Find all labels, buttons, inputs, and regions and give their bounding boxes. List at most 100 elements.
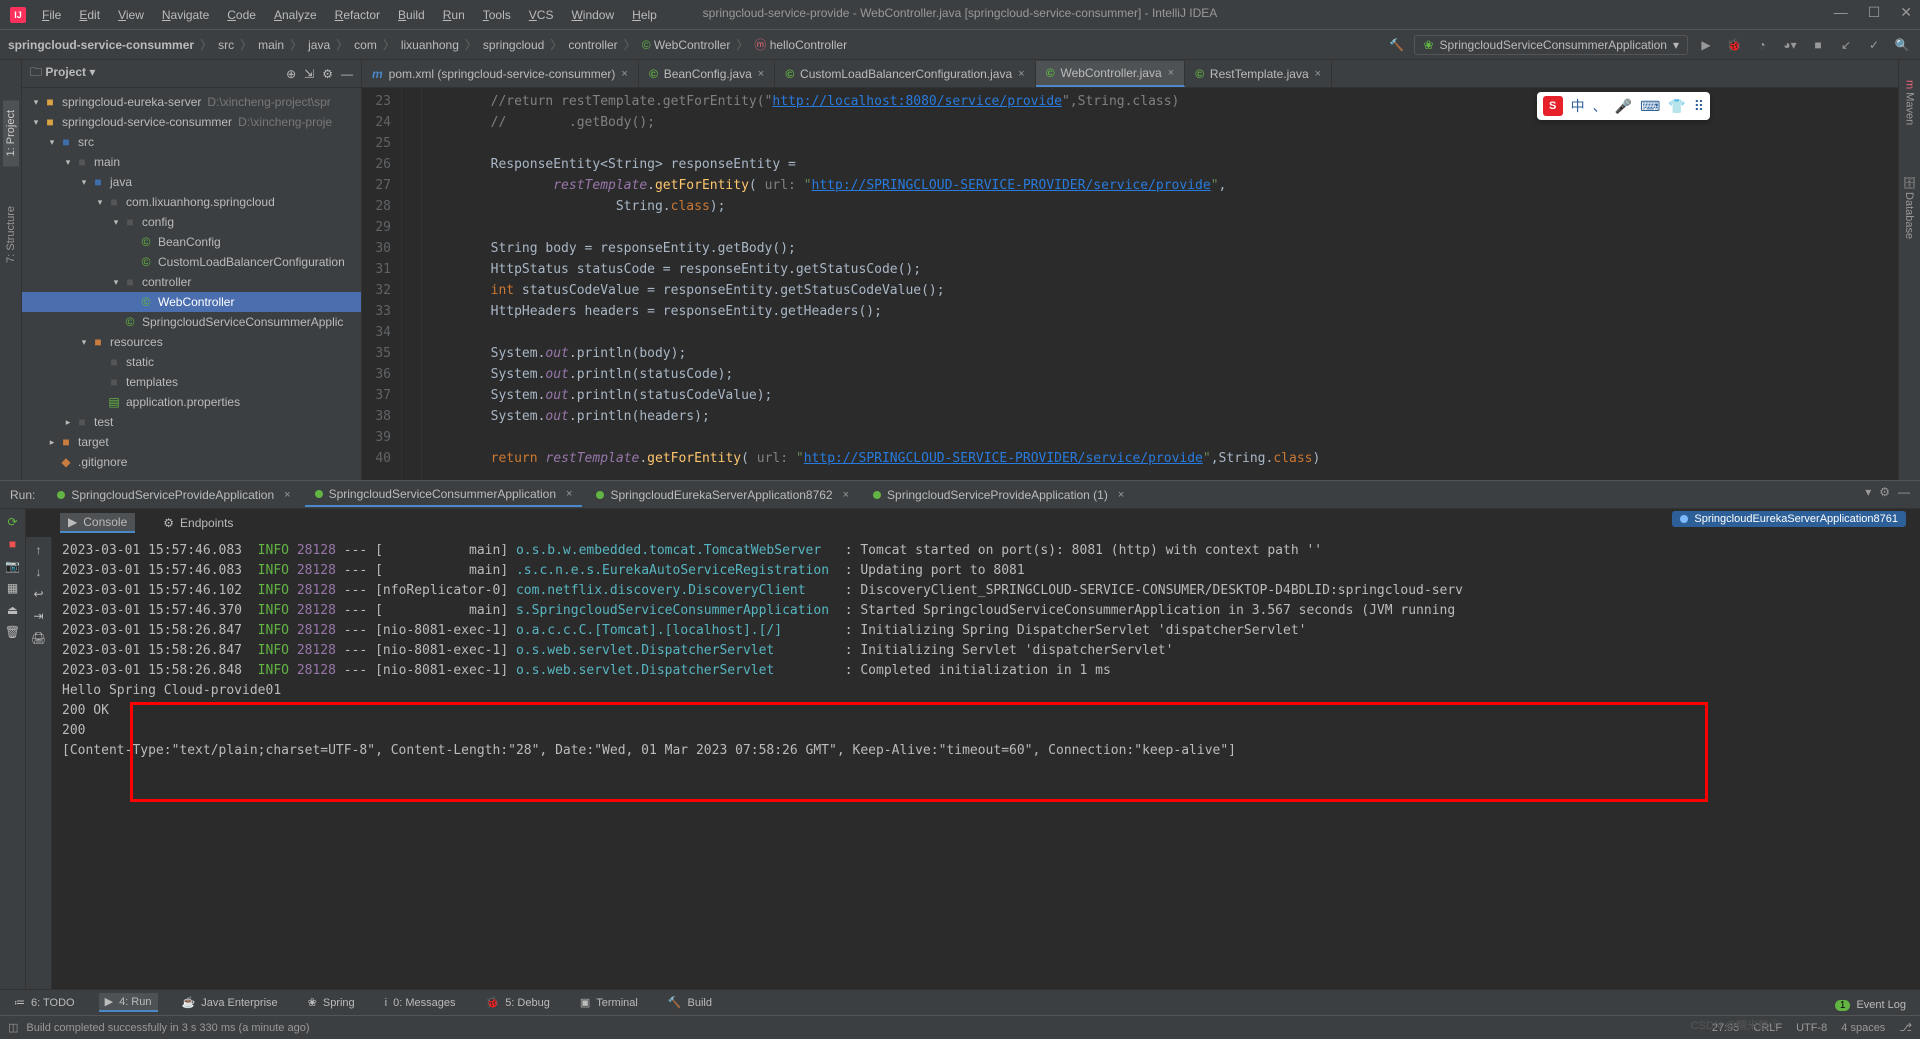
menu-tools[interactable]: Tools xyxy=(475,4,519,26)
breadcrumb-5[interactable]: lixuanhong xyxy=(401,38,459,52)
close-icon[interactable]: × xyxy=(621,68,627,80)
console-output[interactable]: 2023-03-01 15:57:46.083 INFO 28128 --- [… xyxy=(52,537,1920,1009)
chevron-down-icon[interactable]: ▾ xyxy=(89,65,95,79)
hide-panel-icon[interactable]: — xyxy=(341,67,353,81)
gear-icon[interactable]: ⚙ xyxy=(1879,485,1890,499)
menu-edit[interactable]: Edit xyxy=(71,4,108,26)
tree-node-10[interactable]: ©WebController xyxy=(22,292,361,312)
code-editor[interactable]: 232425262728293031323334353637383940 //r… xyxy=(362,88,1920,480)
ime-toolbar[interactable]: S 中 、 🎤 ⌨ 👕 ⠿ xyxy=(1537,92,1710,120)
run-tab-3[interactable]: SpringcloudServiceProvideApplication (1)… xyxy=(863,483,1134,507)
run-tab-2[interactable]: SpringcloudEurekaServerApplication8762× xyxy=(586,483,859,507)
hide-panel-icon[interactable]: — xyxy=(1898,485,1910,499)
ime-keyboard-icon[interactable]: ⌨ xyxy=(1640,98,1660,115)
bottom-tab-6[interactable]: ▣Terminal xyxy=(574,994,644,1011)
expand-all-icon[interactable]: ⇲ xyxy=(304,67,314,81)
bottom-tab-1[interactable]: ▶4: Run xyxy=(99,993,158,1012)
close-icon[interactable]: × xyxy=(1315,68,1321,80)
editor-tab-4[interactable]: ©RestTemplate.java× xyxy=(1185,61,1332,87)
tree-node-9[interactable]: ▾■controller xyxy=(22,272,361,292)
ime-skin-icon[interactable]: 👕 xyxy=(1668,98,1685,115)
run-subtab-endpoints[interactable]: ⚙Endpoints xyxy=(155,514,241,532)
scroll-end-icon[interactable]: ⇥ xyxy=(33,609,43,623)
menu-run[interactable]: Run xyxy=(435,4,473,26)
menu-window[interactable]: Window xyxy=(563,4,622,26)
rerun-icon[interactable]: ⟳ xyxy=(7,515,17,529)
project-tree[interactable]: ▾■springcloud-eureka-serverD:\xincheng-p… xyxy=(22,88,361,480)
vcs-commit-icon[interactable]: ✓ xyxy=(1864,35,1884,55)
breadcrumb-7[interactable]: controller xyxy=(568,38,617,52)
menu-analyze[interactable]: Analyze xyxy=(266,4,325,26)
profiler-icon[interactable]: ◕▾ xyxy=(1780,35,1800,55)
tree-node-11[interactable]: ©SpringcloudServiceConsummerApplic xyxy=(22,312,361,332)
close-icon[interactable]: × xyxy=(566,488,572,500)
breadcrumb-1[interactable]: src xyxy=(218,38,234,52)
rail-database[interactable]: 🗄 Database xyxy=(1901,165,1918,249)
tree-node-3[interactable]: ▾■main xyxy=(22,152,361,172)
ime-mic-icon[interactable]: 🎤 xyxy=(1615,98,1632,115)
bottom-tab-2[interactable]: ☕Java Enterprise xyxy=(176,994,284,1011)
debug-bug-icon[interactable]: 🐞 xyxy=(1724,35,1744,55)
minimize-button[interactable]: — xyxy=(1834,4,1848,21)
exit-icon[interactable]: ⏏ xyxy=(7,603,18,617)
maximize-button[interactable]: ☐ xyxy=(1868,4,1881,21)
gear-icon[interactable]: ⚙ xyxy=(322,67,333,81)
search-icon[interactable]: 🔍 xyxy=(1892,35,1912,55)
run-tab-0[interactable]: SpringcloudServiceProvideApplication× xyxy=(47,483,300,507)
tree-node-6[interactable]: ▾■config xyxy=(22,212,361,232)
breadcrumb-4[interactable]: com xyxy=(354,38,377,52)
breadcrumb-8[interactable]: © WebController xyxy=(642,38,731,52)
breadcrumb-2[interactable]: main xyxy=(258,38,284,52)
run-tab-1[interactable]: SpringcloudServiceConsummerApplication× xyxy=(305,483,583,507)
layout-icon[interactable]: ▦ xyxy=(7,581,18,595)
ime-lang[interactable]: 中 xyxy=(1571,96,1585,116)
tree-node-14[interactable]: ■templates xyxy=(22,372,361,392)
tree-node-0[interactable]: ▾■springcloud-eureka-serverD:\xincheng-p… xyxy=(22,92,361,112)
tool-windows-icon[interactable]: ◫ xyxy=(8,1021,18,1034)
camera-icon[interactable]: 📷 xyxy=(5,559,20,573)
breadcrumb-6[interactable]: springcloud xyxy=(483,38,544,52)
tree-node-4[interactable]: ▾■java xyxy=(22,172,361,192)
close-icon[interactable]: × xyxy=(843,489,849,501)
indent-info[interactable]: 4 spaces xyxy=(1841,1022,1885,1034)
chevron-down-icon[interactable]: ▾ xyxy=(1865,485,1871,499)
rail-structure[interactable]: 7: Structure xyxy=(3,196,19,273)
close-icon[interactable]: × xyxy=(758,68,764,80)
run-play-icon[interactable]: ▶ xyxy=(1696,35,1716,55)
bottom-tab-0[interactable]: ≔6: TODO xyxy=(8,994,81,1011)
tree-node-17[interactable]: ▸■target xyxy=(22,432,361,452)
menu-view[interactable]: View xyxy=(110,4,152,26)
menu-vcs[interactable]: VCS xyxy=(521,4,562,26)
close-icon[interactable]: × xyxy=(1168,67,1174,79)
tree-node-12[interactable]: ▾■resources xyxy=(22,332,361,352)
file-encoding[interactable]: UTF-8 xyxy=(1796,1022,1827,1034)
breadcrumb-9[interactable]: ⓜ helloController xyxy=(754,36,847,53)
coverage-icon[interactable]: ◔ xyxy=(1752,35,1772,55)
bottom-tab-7[interactable]: 🔨Build xyxy=(662,994,718,1011)
menu-refactor[interactable]: Refactor xyxy=(327,4,388,26)
tree-node-16[interactable]: ▸■test xyxy=(22,412,361,432)
tree-node-2[interactable]: ▾■src xyxy=(22,132,361,152)
menu-help[interactable]: Help xyxy=(624,4,665,26)
print-icon[interactable]: 🖨 xyxy=(31,631,46,645)
editor-tab-0[interactable]: mpom.xml (springcloud-service-consummer)… xyxy=(362,61,639,87)
stop-icon[interactable]: ■ xyxy=(9,537,16,551)
breadcrumb-3[interactable]: java xyxy=(308,38,330,52)
close-icon[interactable]: × xyxy=(1018,68,1024,80)
event-log[interactable]: 1 Event Log xyxy=(1835,999,1906,1011)
run-config-selector[interactable]: ❀ SpringcloudServiceConsummerApplication… xyxy=(1414,35,1688,55)
rail-project[interactable]: 1: Project xyxy=(3,100,19,166)
bottom-tab-3[interactable]: ❀Spring xyxy=(302,994,361,1011)
tree-node-15[interactable]: ▤application.properties xyxy=(22,392,361,412)
git-branch[interactable]: ⎇ xyxy=(1899,1021,1912,1034)
menu-build[interactable]: Build xyxy=(390,4,433,26)
wrap-icon[interactable]: ↩ xyxy=(33,587,43,601)
close-button[interactable]: ✕ xyxy=(1900,4,1912,21)
down-arrow-icon[interactable]: ↓ xyxy=(36,565,42,579)
code-body[interactable]: //return restTemplate.getForEntity("http… xyxy=(422,88,1320,480)
breadcrumb-0[interactable]: springcloud-service-consummer xyxy=(8,38,194,52)
ime-grid-icon[interactable]: ⠿ xyxy=(1694,98,1704,115)
trash-icon[interactable]: 🗑 xyxy=(5,625,20,639)
tree-node-18[interactable]: ◆.gitignore xyxy=(22,452,361,472)
tree-node-1[interactable]: ▾■springcloud-service-consummerD:\xinche… xyxy=(22,112,361,132)
